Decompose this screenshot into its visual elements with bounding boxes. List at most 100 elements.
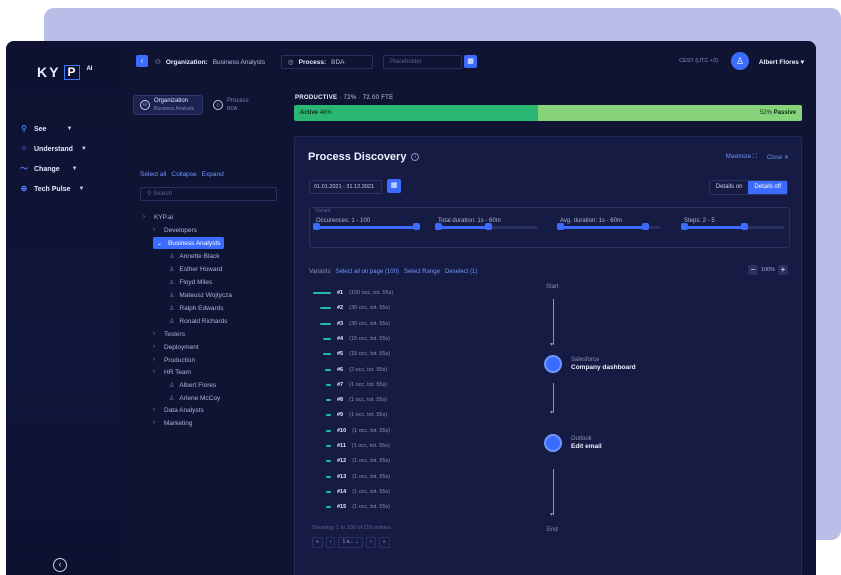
tree-person[interactable]: ♙ Albert Flores bbox=[169, 379, 216, 391]
nav-item-see[interactable]: ⚲ See ▼ bbox=[20, 125, 72, 133]
nav-item-understand[interactable]: ⁘ Understand ▼ bbox=[20, 145, 87, 153]
slider-handle[interactable] bbox=[642, 223, 649, 230]
arrow-down-icon: ▾ bbox=[550, 410, 554, 416]
variant-row[interactable]: #11 (1 occ, tot. 55s) bbox=[313, 441, 390, 451]
slider-handle[interactable] bbox=[413, 223, 420, 230]
steps-slider[interactable] bbox=[681, 223, 784, 230]
tree-group[interactable]: › Production bbox=[153, 354, 195, 366]
organization-selector[interactable]: ⚇ Organization: Business Analysts bbox=[155, 55, 265, 69]
tree-person[interactable]: ♙ Floyd Miles bbox=[169, 276, 212, 288]
info-icon[interactable]: i bbox=[411, 153, 420, 161]
process-discovery-panel: Process Discovery i Maximize ⛶ Close ✕ 0… bbox=[294, 136, 802, 575]
occurences-slider[interactable] bbox=[313, 223, 420, 230]
flow-node-salesforce[interactable] bbox=[544, 355, 562, 373]
variant-row[interactable]: #9 (1 occ, tot. 55s) bbox=[313, 410, 387, 420]
tree-tabs: ⚇ Organization Business Analysts ◎ Proces… bbox=[133, 95, 277, 115]
select-range-link[interactable]: Select Range bbox=[404, 269, 440, 275]
logo: KY P AI bbox=[37, 64, 93, 80]
tree-person[interactable]: ♙ Ronald Richards bbox=[169, 315, 227, 327]
slider-handle[interactable] bbox=[485, 223, 492, 230]
tree-person[interactable]: ♙ Esther Howard bbox=[169, 263, 222, 275]
slider-handle[interactable] bbox=[557, 223, 564, 230]
tree-person[interactable]: ♙ Annette Black bbox=[169, 250, 220, 262]
next-page-button[interactable]: › bbox=[366, 537, 376, 548]
variant-id: #6 bbox=[337, 366, 344, 373]
tab-label: Process bbox=[227, 98, 249, 104]
back-button[interactable]: ‹ bbox=[136, 55, 148, 67]
tree-label: Floyd Miles bbox=[179, 278, 213, 286]
tree-group[interactable]: › Data Analysts bbox=[153, 404, 204, 416]
search-input[interactable]: ⚲ Search bbox=[140, 187, 277, 201]
details-off-button[interactable]: Details off bbox=[748, 181, 787, 194]
tree-group[interactable]: › HR Team bbox=[153, 366, 191, 378]
expand-link[interactable]: Expand bbox=[202, 171, 224, 178]
tree-person[interactable]: ♙ Arlene McCoy bbox=[169, 392, 220, 404]
flow-node-outlook[interactable] bbox=[544, 434, 562, 452]
zoom-in-button[interactable]: + bbox=[778, 265, 788, 275]
tree-label: Mateusz Wojtycza bbox=[179, 291, 233, 299]
tree-root[interactable]: › KYP.ai bbox=[143, 211, 173, 223]
slider-handle[interactable] bbox=[741, 223, 748, 230]
date-range-input[interactable]: 01.01.2021 - 31.12.2021 bbox=[309, 180, 382, 194]
tree-label: Developers bbox=[164, 226, 197, 234]
tab-process[interactable]: ◎ Process BDA bbox=[207, 95, 277, 115]
variant-row[interactable]: #1 (100 occ, tot. 55s) bbox=[313, 288, 393, 298]
tree-person[interactable]: ♙ Ralph Edwards bbox=[169, 302, 223, 314]
details-on-button[interactable]: Details on bbox=[710, 181, 749, 194]
tree-label: Marketing bbox=[164, 419, 193, 427]
tree-label: HR Team bbox=[164, 368, 191, 376]
maximize-button[interactable]: Maximize ⛶ bbox=[726, 154, 757, 161]
close-button[interactable]: Close ✕ bbox=[767, 154, 789, 161]
calendar-icon[interactable]: ▦ bbox=[464, 55, 477, 68]
user-menu[interactable]: Albert Flores ▾ bbox=[759, 58, 804, 66]
last-page-button[interactable]: » bbox=[378, 537, 390, 548]
calendar-icon[interactable]: ▦ bbox=[387, 179, 401, 193]
variant-bar bbox=[326, 460, 331, 463]
variant-row[interactable]: #8 (1 occ, tot. 55s) bbox=[313, 395, 387, 405]
deselect-link[interactable]: Deselect (1) bbox=[445, 269, 477, 275]
variants-label: Variants bbox=[309, 269, 331, 275]
avg-duration-slider[interactable] bbox=[557, 223, 660, 230]
tree-person[interactable]: ♙ Mateusz Wojtycza bbox=[169, 289, 232, 301]
nav-item-tech-pulse[interactable]: ⊕ Tech Pulse ▼ bbox=[20, 185, 85, 193]
variant-row[interactable]: #15 (1 occ, tot. 55s) bbox=[313, 502, 390, 512]
zoom-out-button[interactable]: − bbox=[747, 265, 758, 275]
collapse-link[interactable]: Collapse bbox=[171, 171, 196, 178]
tree-group[interactable]: › Marketing bbox=[153, 417, 193, 429]
placeholder-input[interactable]: Placeholder bbox=[383, 55, 462, 69]
process-selector[interactable]: ◎ Process: BDA bbox=[281, 55, 373, 69]
tree-group[interactable]: › Developers bbox=[153, 224, 197, 236]
page-select[interactable]: 1 o... ⌄ bbox=[338, 537, 364, 548]
slider-handle[interactable] bbox=[681, 223, 688, 230]
select-all-link[interactable]: Select all bbox=[140, 171, 166, 178]
variant-row[interactable]: #6 (2 occ, tot. 55s) bbox=[313, 365, 387, 375]
avatar[interactable]: ♙ bbox=[731, 52, 749, 70]
prev-page-button[interactable]: ‹ bbox=[325, 537, 336, 548]
variant-row[interactable]: #7 (1 occ, tot. 55s) bbox=[313, 380, 387, 390]
variant-row[interactable]: #2 (30 occ, tot. 55s) bbox=[313, 303, 390, 313]
person-icon: ♙ bbox=[169, 279, 175, 286]
variant-row[interactable]: #5 (15 occ, tot. 55s) bbox=[313, 349, 390, 359]
tree-label: Albert Flores bbox=[179, 381, 217, 389]
variant-detail: (1 occ, tot. 55s) bbox=[352, 488, 391, 495]
chevron-right-icon: › bbox=[143, 214, 145, 220]
slider-handle[interactable] bbox=[313, 223, 320, 230]
tree-group[interactable]: › Deployment bbox=[153, 341, 199, 353]
first-page-button[interactable]: « bbox=[312, 537, 323, 548]
tab-organization[interactable]: ⚇ Organization Business Analysts bbox=[133, 95, 203, 115]
variant-row[interactable]: #12 (1 occ, tot. 55s) bbox=[313, 456, 390, 466]
variant-row[interactable]: #4 (15 occ, tot. 55s) bbox=[313, 334, 390, 344]
variant-row[interactable]: #14 (1 occ, tot. 55s) bbox=[313, 487, 390, 497]
select-all-page-link[interactable]: Select all on page (100) bbox=[336, 269, 399, 275]
total-duration-slider[interactable] bbox=[435, 223, 538, 230]
tree-group-selected[interactable]: ⌄ Business Analysts bbox=[153, 237, 225, 249]
variant-row[interactable]: #3 (30 occ, tot. 55s) bbox=[313, 319, 390, 329]
tree-group[interactable]: › Testers bbox=[153, 328, 185, 340]
variant-id: #8 bbox=[337, 397, 344, 404]
variant-detail: (1 occ, tot. 55s) bbox=[351, 443, 390, 449]
slider-handle[interactable] bbox=[435, 223, 442, 230]
variant-row[interactable]: #10 (1 occ, tot. 55s) bbox=[313, 426, 390, 436]
variant-row[interactable]: #13 (1 occ, tot. 55s) bbox=[313, 472, 390, 482]
nav-item-change[interactable]: 〜 Change ▼ bbox=[20, 165, 78, 173]
collapse-sidebar-button[interactable]: ‹ bbox=[53, 558, 67, 572]
